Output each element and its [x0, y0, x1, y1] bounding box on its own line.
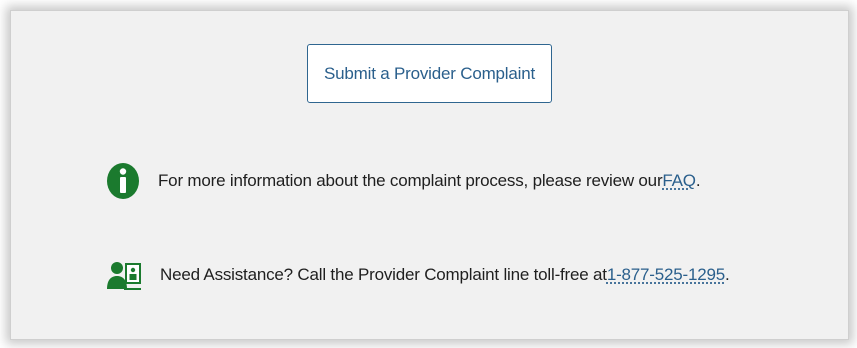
- complaint-panel: Submit a Provider Complaint For more inf…: [10, 10, 849, 340]
- assistance-text: Need Assistance? Call the Provider Compl…: [160, 265, 607, 284]
- faq-link[interactable]: FAQ: [662, 171, 696, 191]
- page-frame: Submit a Provider Complaint For more inf…: [0, 0, 857, 348]
- info-circle-icon: [106, 162, 140, 200]
- contact-card-icon: [106, 259, 142, 291]
- assistance-row: Need Assistance? Call the Provider Compl…: [106, 259, 730, 291]
- faq-info-suffix: .: [695, 171, 701, 190]
- faq-info-text: For more information about the complaint…: [158, 171, 663, 190]
- phone-link[interactable]: 1-877-525-1295: [607, 265, 725, 285]
- assistance-suffix: .: [725, 265, 730, 284]
- submit-provider-complaint-button[interactable]: Submit a Provider Complaint: [307, 44, 552, 103]
- faq-info-row: For more information about the complaint…: [106, 162, 701, 200]
